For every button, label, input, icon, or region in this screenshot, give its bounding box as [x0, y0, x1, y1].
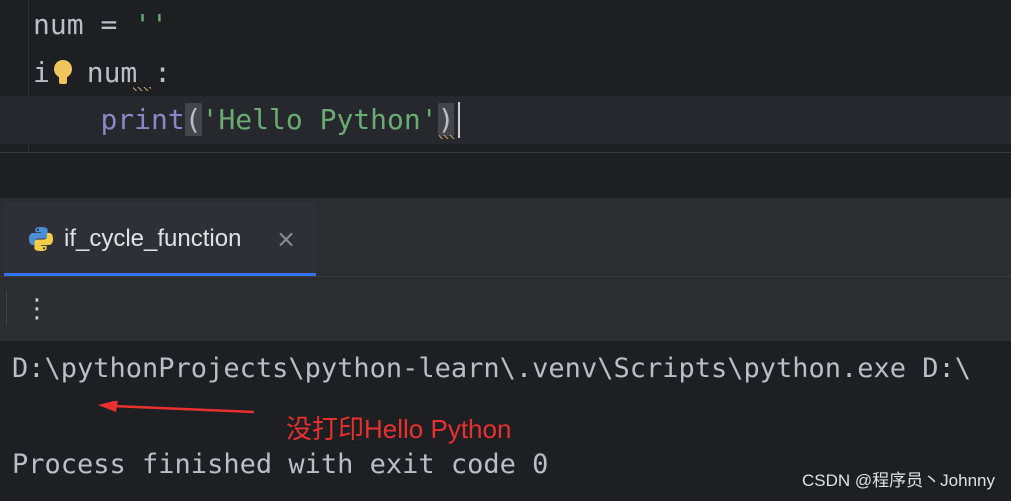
- code-string: 'Hello Python': [201, 103, 438, 136]
- console-toolbar: ⋮: [0, 277, 1011, 341]
- console-command-line: D:\pythonProjects\python-learn\.venv\Scr…: [12, 353, 972, 384]
- close-icon[interactable]: ×: [276, 222, 296, 256]
- warning-squiggle: [133, 87, 151, 91]
- run-tab[interactable]: if_cycle_function ×: [4, 202, 316, 276]
- code-keyword-first-char: i: [33, 56, 50, 89]
- code-token: =: [100, 8, 135, 41]
- code-token: num: [33, 8, 101, 41]
- code-token: :: [137, 56, 172, 89]
- annotation-text: 没打印Hello Python: [286, 414, 512, 444]
- code-editor[interactable]: num = '' i num : print('Hello Python'): [0, 0, 1011, 152]
- warning-squiggle: [439, 135, 455, 139]
- run-panel: if_cycle_function × ⋮ D:\pythonProjects\…: [0, 198, 1011, 501]
- code-bracket: (: [184, 103, 202, 136]
- run-tab-label: if_cycle_function: [64, 225, 242, 252]
- toolbar-divider: [6, 291, 7, 325]
- annotation-arrow: [98, 401, 255, 414]
- code-line-3[interactable]: print('Hello Python'): [33, 96, 455, 144]
- code-line-1[interactable]: num = '': [33, 1, 168, 49]
- run-tab-bar: if_cycle_function ×: [0, 198, 1011, 277]
- code-builtin: print: [100, 103, 185, 136]
- watermark: CSDN @程序员丶Johnny: [802, 471, 995, 490]
- python-icon: [29, 227, 53, 251]
- editor-panel-splitter[interactable]: [0, 152, 1011, 199]
- code-bracket: ): [437, 103, 455, 136]
- lightbulb-icon[interactable]: [50, 60, 72, 88]
- code-token: num: [69, 56, 138, 89]
- console-exit-line: Process finished with exit code 0: [12, 449, 549, 480]
- text-cursor: [458, 102, 460, 138]
- code-string: '': [134, 8, 168, 41]
- more-options-icon[interactable]: ⋮: [22, 291, 52, 327]
